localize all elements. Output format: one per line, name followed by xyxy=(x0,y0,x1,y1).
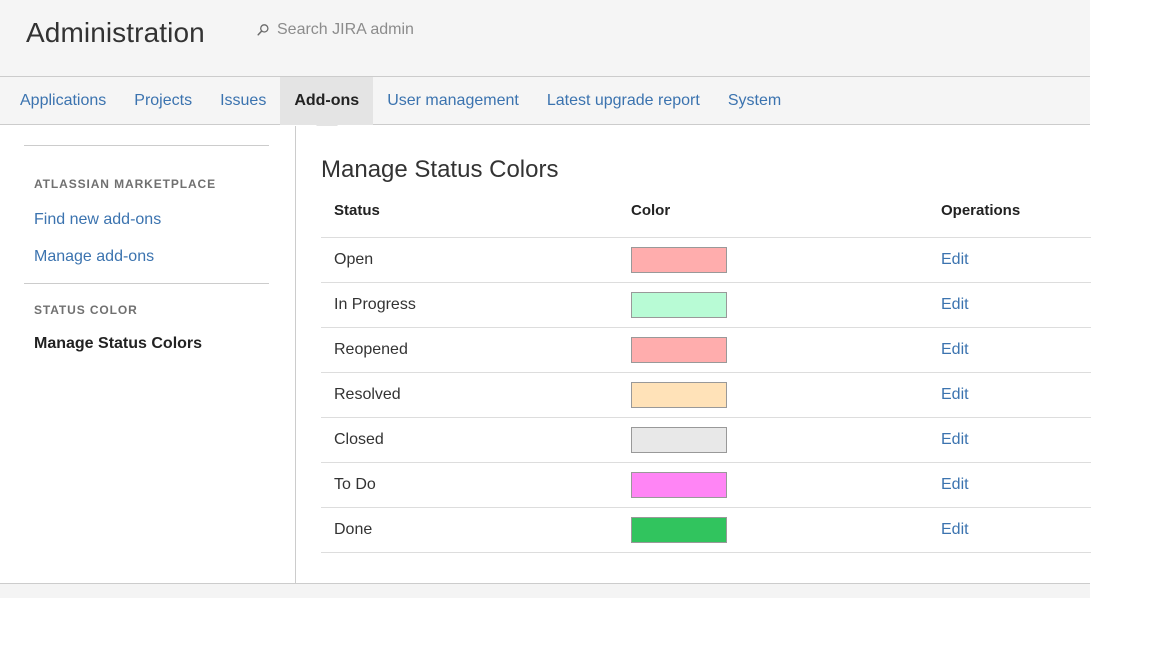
table-row: Closed Edit xyxy=(321,417,1091,463)
cell-status: Done xyxy=(321,507,631,553)
color-swatch xyxy=(631,247,727,273)
table-row: Resolved Edit xyxy=(321,372,1091,418)
cell-operations: Edit xyxy=(941,327,1091,373)
sidebar-item-find-new-add-ons[interactable]: Find new add-ons xyxy=(34,211,161,229)
cell-operations: Edit xyxy=(941,417,1091,463)
table-head: Status Color Operations xyxy=(321,202,1091,238)
cell-color xyxy=(631,327,941,373)
tab-label: Issues xyxy=(220,92,267,109)
tab-projects[interactable]: Projects xyxy=(120,77,206,125)
table-body: Open Edit In Progress Edit Reopened Edit… xyxy=(321,237,1091,553)
tab-label: System xyxy=(727,92,782,109)
tab-system[interactable]: System xyxy=(714,77,795,125)
page-title-administration: Administration xyxy=(26,17,205,48)
cell-operations: Edit xyxy=(941,462,1091,508)
search-icon xyxy=(256,23,270,37)
tab-applications[interactable]: Applications xyxy=(0,77,120,125)
sidebar-item-manage-status-colors[interactable]: Manage Status Colors xyxy=(34,335,202,353)
main-content: Manage Status Colors Status Color Operat… xyxy=(296,126,1091,583)
primary-nav-bar: Applications Projects Issues Add-ons Use… xyxy=(0,77,1090,125)
tab-label: Latest upgrade report xyxy=(546,92,700,109)
cell-color xyxy=(631,237,941,283)
column-header-operations: Operations xyxy=(941,202,1091,238)
color-swatch xyxy=(631,472,727,498)
cell-color xyxy=(631,372,941,418)
status-colors-table: Status Color Operations Open Edit In Pro… xyxy=(321,202,1091,553)
table-row: To Do Edit xyxy=(321,462,1091,508)
tab-label: User management xyxy=(387,92,519,109)
cell-color xyxy=(631,462,941,508)
cell-operations: Edit xyxy=(941,507,1091,553)
cell-status: Open xyxy=(321,237,631,283)
admin-sidebar: ATLASSIAN MARKETPLACE Find new add-ons M… xyxy=(0,126,296,583)
color-swatch xyxy=(631,517,727,543)
cell-color xyxy=(631,417,941,463)
column-header-color: Color xyxy=(631,202,941,238)
cell-status: Resolved xyxy=(321,372,631,418)
admin-search[interactable]: Search JIRA admin xyxy=(256,21,414,39)
tab-label: Projects xyxy=(134,92,193,109)
tab-label: Applications xyxy=(20,92,107,109)
tab-latest-upgrade-report[interactable]: Latest upgrade report xyxy=(533,77,714,125)
tab-add-ons[interactable]: Add-ons xyxy=(280,77,374,125)
tab-user-management[interactable]: User management xyxy=(373,77,533,125)
sidebar-divider-middle xyxy=(24,283,269,284)
edit-link[interactable]: Edit xyxy=(941,431,969,448)
tab-issues[interactable]: Issues xyxy=(206,77,280,125)
table-row: Open Edit xyxy=(321,237,1091,283)
color-swatch xyxy=(631,427,727,453)
cell-status: To Do xyxy=(321,462,631,508)
sidebar-divider-top xyxy=(24,145,269,146)
edit-link[interactable]: Edit xyxy=(941,521,969,538)
cell-status: Closed xyxy=(321,417,631,463)
body-area: ATLASSIAN MARKETPLACE Find new add-ons M… xyxy=(0,126,1091,583)
table-row: In Progress Edit xyxy=(321,282,1091,328)
cell-status: Reopened xyxy=(321,327,631,373)
table-header-row: Status Color Operations xyxy=(321,202,1091,238)
edit-link[interactable]: Edit xyxy=(941,251,969,268)
cell-operations: Edit xyxy=(941,237,1091,283)
page-header: Administration Search JIRA admin xyxy=(0,0,1090,77)
table-row: Reopened Edit xyxy=(321,327,1091,373)
content-title: Manage Status Colors xyxy=(321,156,559,183)
cell-color xyxy=(631,507,941,553)
cell-color xyxy=(631,282,941,328)
color-swatch xyxy=(631,382,727,408)
cell-status: In Progress xyxy=(321,282,631,328)
table-row: Done Edit xyxy=(321,507,1091,553)
sidebar-item-manage-add-ons[interactable]: Manage add-ons xyxy=(34,248,154,266)
tab-label: Add-ons xyxy=(294,92,360,109)
edit-link[interactable]: Edit xyxy=(941,386,969,403)
color-swatch xyxy=(631,337,727,363)
primary-nav-tabs: Applications Projects Issues Add-ons Use… xyxy=(0,77,795,125)
edit-link[interactable]: Edit xyxy=(941,341,969,358)
search-placeholder-text: Search JIRA admin xyxy=(277,21,414,38)
cell-operations: Edit xyxy=(941,282,1091,328)
color-swatch xyxy=(631,292,727,318)
cell-operations: Edit xyxy=(941,372,1091,418)
edit-link[interactable]: Edit xyxy=(941,296,969,313)
sidebar-heading-status-color: STATUS COLOR xyxy=(34,303,138,317)
column-header-status: Status xyxy=(321,202,631,238)
footer-strip xyxy=(0,583,1090,598)
sidebar-heading-atlassian-marketplace: ATLASSIAN MARKETPLACE xyxy=(34,177,217,191)
admin-page: Administration Search JIRA admin Applica… xyxy=(0,0,1091,598)
edit-link[interactable]: Edit xyxy=(941,476,969,493)
